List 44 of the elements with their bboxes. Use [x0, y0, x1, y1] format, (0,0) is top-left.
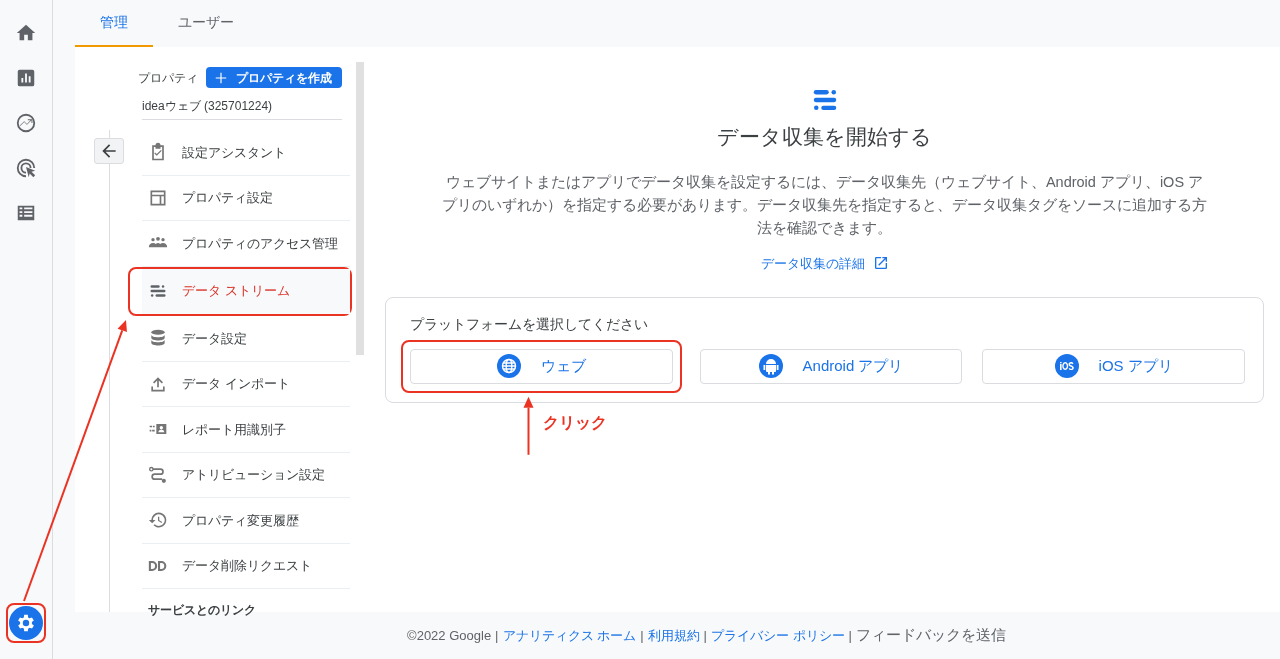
- separator: |: [703, 626, 707, 645]
- nav-item[interactable]: プロパティ設定: [142, 175, 350, 221]
- separator: |: [848, 626, 852, 645]
- platform-button[interactable]: ウェブ: [410, 348, 673, 384]
- page-title: データ収集を開始する: [717, 124, 932, 150]
- external-link-icon: [872, 255, 889, 272]
- nav-item[interactable]: データ設定: [142, 316, 350, 362]
- footer-link[interactable]: アナリティクス ホーム: [502, 625, 637, 646]
- scrollbar[interactable]: [356, 62, 364, 355]
- android-icon: [758, 354, 783, 379]
- footer-link[interactable]: プライバシー ポリシー: [710, 625, 845, 646]
- cursor-target-icon[interactable]: [15, 156, 37, 179]
- globe-icon: [496, 354, 521, 379]
- nav-item[interactable]: レポート用識別子: [142, 407, 350, 453]
- path-icon: [148, 464, 168, 485]
- property-label: プロパティ: [138, 69, 198, 87]
- copyright: ©2022 Google: [407, 626, 492, 645]
- nav-item[interactable]: プロパティ変更履歴: [142, 498, 350, 544]
- separator: |: [495, 626, 499, 645]
- nav-item[interactable]: プロパティのアクセス管理: [142, 221, 350, 267]
- learn-more-link[interactable]: データ収集の詳細: [760, 253, 889, 273]
- tab[interactable]: ユーザー: [153, 0, 259, 47]
- back-button[interactable]: [94, 138, 124, 164]
- description: ウェブサイトまたはアプリでデータ収集を設定するには、データ収集先（ウェブサイト、Android アプリ、iOS アプリのいずれか）を指定する必要があります。データ収集先を指定すると、データ収集タグをソースに追加する方法を確認できます。: [441, 172, 1208, 238]
- settings-icon: [15, 612, 37, 634]
- nav-item[interactable]: 設定アシスタント: [142, 130, 350, 176]
- footer-link[interactable]: 利用規約: [647, 625, 700, 646]
- annotation-label: クリック: [542, 412, 607, 433]
- feedback-link[interactable]: フィードバックを送信: [855, 624, 1006, 647]
- section-heading: サービスとのリンク: [147, 602, 257, 619]
- platform-button[interactable]: iOS アプリ: [982, 348, 1245, 384]
- nav-item[interactable]: アトリビューション設定: [142, 452, 350, 498]
- annotation-arrow: [523, 396, 534, 456]
- property-name: ideaウェブ (325701224): [142, 88, 342, 120]
- nav-item[interactable]: データ削除リクエスト: [142, 543, 350, 589]
- separator: |: [640, 626, 644, 645]
- ios-icon: [1054, 354, 1079, 379]
- platform-button[interactable]: Android アプリ: [699, 348, 963, 384]
- card-heading: プラットフォームを選択してください: [410, 316, 649, 333]
- trend-icon[interactable]: [15, 111, 37, 134]
- plus-icon: [214, 70, 228, 85]
- nav-item[interactable]: データ インポート: [142, 361, 350, 407]
- nav-item[interactable]: データ ストリーム: [142, 268, 350, 314]
- create-property-button[interactable]: プロパティを作成: [206, 67, 342, 88]
